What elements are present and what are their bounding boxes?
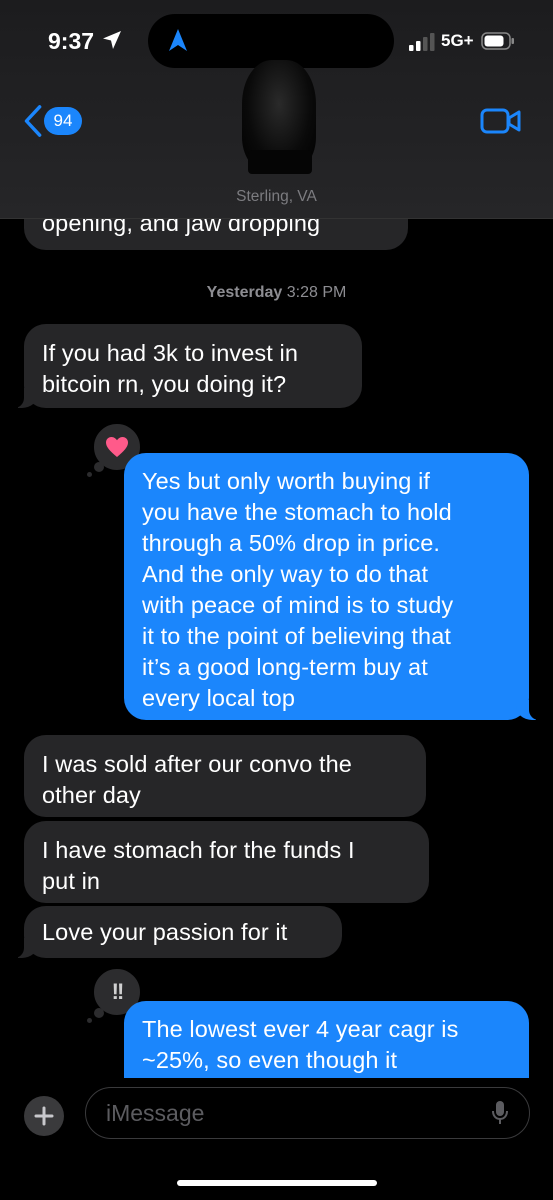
message-bubble-received[interactable]: I have stomach for the funds I put in (24, 821, 429, 903)
message-line: I have stomach for the funds I (42, 837, 355, 863)
timestamp-day: Yesterday (206, 284, 283, 301)
message-line: you have the stomach to hold (142, 499, 452, 525)
message-line: every local top (142, 685, 296, 711)
message-line: The lowest ever 4 year cagr is (142, 1016, 459, 1042)
message-line: bitcoin rn, you doing it? (42, 371, 287, 397)
message-line: ~25%, so even though it (142, 1047, 398, 1073)
battery-icon (481, 32, 514, 50)
cellular-signal-icon (409, 33, 435, 51)
status-time: 9:37 (48, 28, 95, 54)
message-input[interactable]: iMessage (85, 1087, 530, 1139)
conversation-header: 9:37 5G+ 94 Sterling, VA (0, 0, 553, 219)
chevron-left-icon[interactable] (22, 104, 46, 138)
message-line: through a 50% drop in price. (142, 530, 441, 556)
message-bubble-received[interactable]: If you had 3k to invest in bitcoin rn, y… (14, 324, 362, 408)
network-type: 5G+ (441, 31, 474, 50)
message-line: it’s a good long-term buy at (142, 654, 428, 680)
double-exclamation-icon: !! (111, 979, 125, 1004)
message-input-placeholder: iMessage (106, 1100, 205, 1126)
timestamp: Yesterday 3:28 PM (0, 284, 553, 302)
contact-location[interactable]: Sterling, VA (0, 188, 553, 206)
heart-icon (106, 437, 128, 457)
message-line: If you had 3k to invest in (42, 340, 299, 366)
contact-avatar-detail (248, 150, 312, 174)
unread-count-badge[interactable]: 94 (44, 107, 82, 135)
video-camera-icon[interactable] (480, 107, 522, 135)
plus-button[interactable] (24, 1096, 64, 1136)
timestamp-time: 3:28 PM (286, 284, 347, 301)
tapback-dot (94, 1008, 104, 1018)
message-line: put in (42, 868, 101, 894)
plus-icon (34, 1106, 54, 1126)
message-line: And the only way to do that (142, 561, 429, 587)
message-bubble-sent[interactable]: Yes but only worth buying if you have th… (124, 453, 539, 720)
message-line: with peace of mind is to study (142, 592, 454, 618)
message-line: Yes but only worth buying if (142, 468, 431, 494)
message-line: I was sold after our convo the (42, 751, 352, 777)
tapback-dot (94, 462, 104, 472)
message-bubble-received[interactable]: I was sold after our convo the other day (24, 735, 426, 817)
message-line: it to the point of believing that (142, 623, 452, 649)
tapback-dot (87, 472, 92, 477)
tapback-dot (87, 1018, 92, 1023)
location-arrow-icon (103, 31, 121, 49)
message-line: other day (42, 782, 141, 808)
message-bubble-received[interactable]: Love your passion for it (14, 906, 342, 958)
navigation-arrow-icon (169, 29, 187, 51)
home-indicator[interactable] (177, 1180, 377, 1186)
microphone-icon[interactable] (491, 1100, 509, 1126)
message-line: Love your passion for it (42, 919, 288, 945)
